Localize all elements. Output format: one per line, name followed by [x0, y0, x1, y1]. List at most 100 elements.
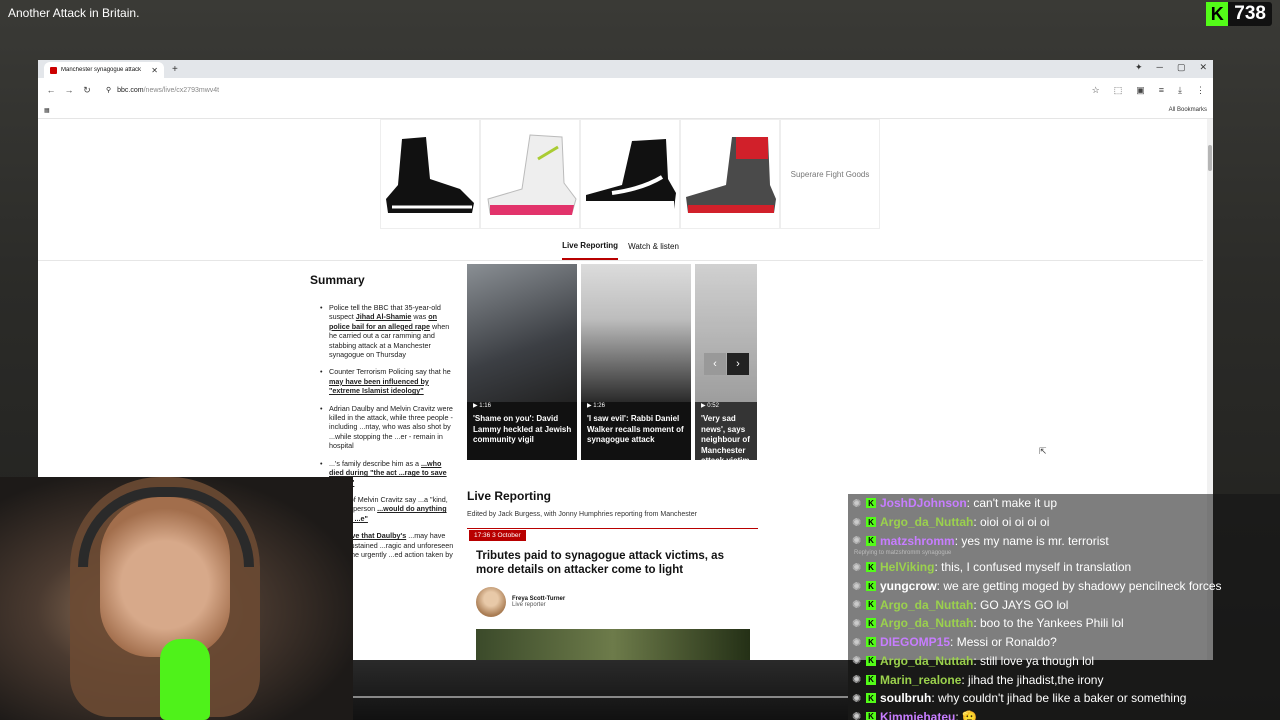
media-icon[interactable]: ≡	[1159, 85, 1164, 96]
webcam-overlay	[0, 477, 353, 720]
url-input[interactable]: ⚲ bbc.com/news/live/cx2793mwv4t	[100, 82, 1084, 98]
back-icon[interactable]: ←	[46, 85, 56, 95]
chat-overlay: ✺ K JoshDJohnson: can't make it up ✺ K Argo_…	[848, 494, 1280, 720]
chat-message: ✺ K Marin_realone: jihad the jihadist,the …	[848, 670, 1280, 689]
chat-message: ✺ Ksoulbruh: why couldn't jihad be like a…	[848, 689, 1280, 708]
chat-username: soulbruh	[880, 691, 932, 706]
close-tab-icon[interactable]: ✕	[151, 66, 158, 75]
menu-icon[interactable]: ⋮	[1196, 85, 1205, 96]
chat-username: Kimmiehateu	[880, 709, 956, 720]
chat-username: Argo_da_Nuttah	[880, 653, 974, 668]
chat-text: : GO JAYS GO lol	[973, 597, 1069, 612]
window-controls: ✦ ─ ▢ ✕	[1135, 62, 1207, 73]
post-author: Freya Scott-Turner Live reporter	[476, 587, 565, 617]
video-caption: 'I saw evil': Rabbi Daniel Walker recall…	[587, 414, 684, 444]
toolbar-icons: ☆ ⬚ ▣ ≡ ⤓ ⋮	[1092, 85, 1205, 96]
chat-text: : yes my name is mr. terrorist	[954, 533, 1109, 548]
kick-badge-icon: K	[866, 655, 876, 666]
chat-username: yungcrow	[880, 579, 937, 594]
reload-icon[interactable]: ↻	[82, 85, 92, 96]
live-reporting-heading: Live Reporting	[467, 489, 552, 503]
boxing-shoe-nike-icon	[586, 139, 676, 209]
page-tabs: Live Reporting Watch & listen	[38, 233, 1203, 261]
chat-username: matzshromm	[880, 533, 955, 548]
post-image	[476, 629, 750, 660]
ad-shoe-3[interactable]	[580, 119, 680, 229]
viewer-count: 738	[1234, 3, 1266, 24]
download-icon[interactable]: ⤓	[1178, 85, 1182, 96]
chat-message: ✺ K HelViking: this, I confused myself in …	[848, 558, 1280, 577]
url-path: /news/live/cx2793mwv4t	[143, 86, 220, 94]
kick-badge-icon: K	[866, 711, 876, 720]
browser-tab[interactable]: Manchester synagogue attack ✕	[44, 62, 164, 78]
extensions-icon[interactable]: ⬚	[1114, 85, 1123, 96]
video-thumbnail	[695, 264, 757, 402]
maximize-icon[interactable]: ▢	[1177, 62, 1186, 73]
minimize-icon[interactable]: ─	[1157, 62, 1163, 73]
sub-badge-icon: ✺	[852, 617, 862, 630]
video-card[interactable]: ▶ 1:26 'I saw evil': Rabbi Daniel Walker…	[581, 264, 691, 460]
sub-badge-icon: ✺	[852, 692, 862, 705]
url-host: bbc.com	[117, 86, 144, 94]
chat-username: Argo_da_Nuttah	[880, 616, 974, 631]
forward-icon[interactable]: →	[64, 85, 74, 95]
post-divider	[467, 528, 758, 529]
ad-banner[interactable]: Superare Fight Goods	[380, 119, 880, 229]
sub-badge-icon: ✺	[852, 636, 862, 649]
profile-icon[interactable]: ✦	[1135, 62, 1143, 73]
tab-live-reporting[interactable]: Live Reporting	[562, 233, 619, 260]
carousel-next-button[interactable]: ›	[727, 353, 749, 375]
video-caption: 'Shame on you': David Lammy heckled at J…	[473, 414, 572, 444]
summary-heading: Summary	[310, 273, 365, 287]
video-duration: ▶ 1:16	[473, 403, 491, 409]
kick-badge-icon: K	[866, 498, 876, 509]
new-tab-button[interactable]: +	[172, 62, 178, 78]
chat-message: ✺ K Argo_da_Nuttah: oioi oi oi oi oi	[848, 513, 1280, 532]
sub-badge-icon: ✺	[852, 497, 862, 510]
chat-message: ✺ Kyungcrow: we are getting moged by shad…	[848, 577, 1280, 596]
chat-username: JoshDJohnson	[880, 496, 967, 511]
boxing-shoe-red-icon	[686, 137, 776, 213]
sub-badge-icon: ✺	[852, 599, 862, 612]
viewer-count-badge: K 738	[1206, 2, 1272, 26]
kick-badge-icon: K	[866, 535, 876, 546]
bookmark-star-icon[interactable]: ☆	[1092, 85, 1100, 96]
carousel-prev-button[interactable]: ‹	[704, 353, 726, 375]
video-duration: ▶ 1:26	[587, 403, 605, 409]
ad-shoe-4[interactable]	[680, 119, 780, 229]
sub-badge-icon: ✺	[852, 580, 862, 593]
bookmarks-bar: ▦ All Bookmarks	[38, 102, 1213, 119]
chat-text: : still love ya though lol	[973, 653, 1095, 668]
sub-badge-icon: ✺	[852, 516, 862, 529]
post-headline: Tributes paid to synagogue attack victim…	[476, 550, 724, 576]
video-caption: 'Very sad news', says neighbour of Manch…	[701, 414, 750, 460]
summary-link[interactable]: may have been influenced by "extreme Isl…	[329, 377, 429, 395]
tab-watch-listen[interactable]: Watch & listen	[628, 234, 679, 259]
apps-icon[interactable]: ▦	[44, 107, 50, 114]
summary-link[interactable]: Jihad Al-Shamie	[356, 312, 412, 321]
stream-bottom-bar	[353, 660, 848, 720]
ad-brand-card[interactable]: Superare Fight Goods	[780, 119, 880, 229]
chat-username: HelViking	[880, 560, 935, 575]
summary-item: Adrian Daulby and Melvin Cravitz were ki…	[318, 404, 454, 451]
video-card[interactable]: ▶ 1:16 'Shame on you': David Lammy heckl…	[467, 264, 577, 460]
chat-text: : boo to the Yankees Phili lol	[973, 616, 1124, 631]
kick-badge-icon: K	[866, 637, 876, 648]
video-thumbnail	[467, 264, 577, 402]
sidepanel-icon[interactable]: ▣	[1136, 85, 1145, 96]
site-info-icon[interactable]: ⚲	[106, 86, 111, 94]
edited-by-text: Edited by Jack Burgess, with Jonny Humph…	[467, 511, 697, 518]
close-window-icon[interactable]: ✕	[1199, 62, 1207, 73]
chat-text: : Messi or Ronaldo?	[950, 635, 1057, 650]
chat-message: ✺ Kmatzshromm: yes my name is mr. terrori…	[848, 531, 1280, 550]
all-bookmarks[interactable]: All Bookmarks	[1169, 107, 1207, 113]
ad-shoe-2[interactable]	[480, 119, 580, 229]
mouse-cursor-icon: ⇱	[1039, 446, 1047, 456]
video-duration: ▶ 0:52	[701, 403, 719, 409]
tab-title: Manchester synagogue attack	[61, 67, 142, 73]
chat-message: ✺ K Argo_da_Nuttah: still love ya though l…	[848, 652, 1280, 671]
sub-badge-icon: ✺	[852, 655, 862, 668]
ad-shoe-1[interactable]	[380, 119, 480, 229]
kick-logo-icon: K	[1206, 2, 1229, 26]
scrollbar-thumb[interactable]	[1208, 145, 1212, 171]
